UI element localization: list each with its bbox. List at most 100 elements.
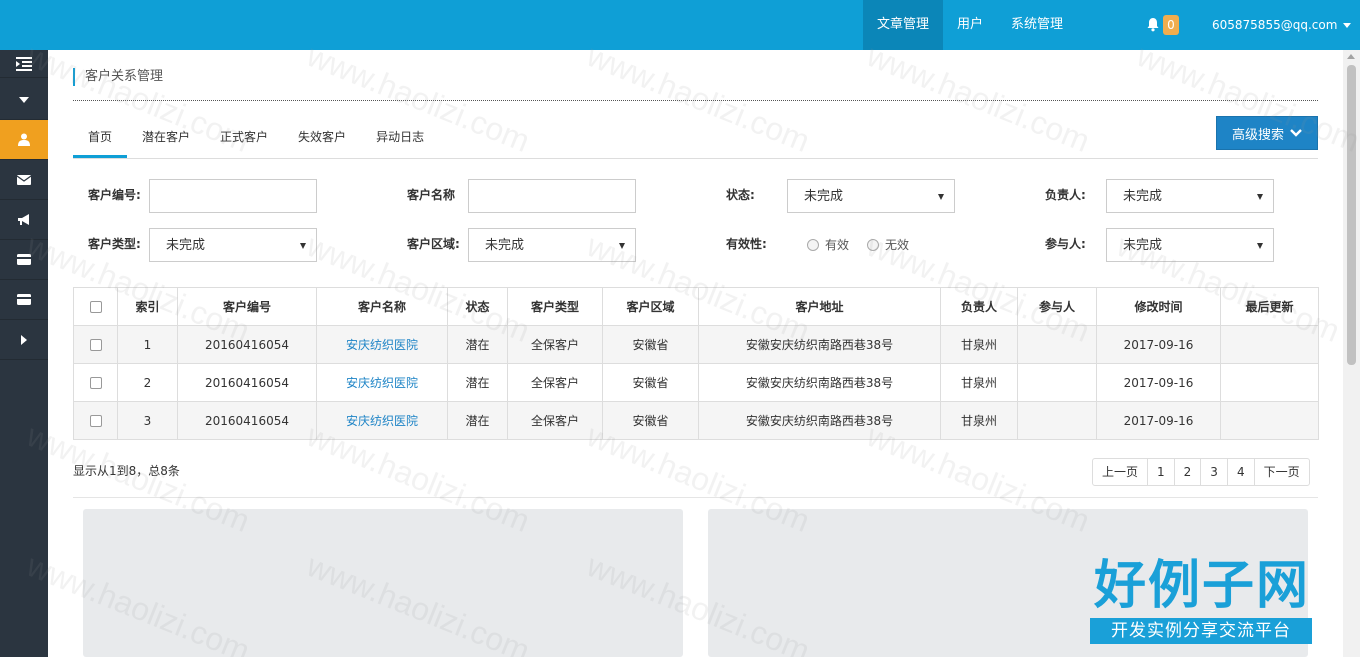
advanced-search-label: 高级搜索: [1231, 127, 1284, 143]
select-all-checkbox[interactable]: [89, 301, 102, 313]
tab-home[interactable]: 首页: [73, 120, 128, 158]
notification-count-badge: 0: [1163, 15, 1179, 35]
radio-circle: [867, 238, 879, 251]
cell-owner: 甘泉州: [940, 325, 1018, 364]
column-header: 客户名称: [316, 287, 448, 326]
customer-type-select[interactable]: 未完成: [149, 228, 317, 262]
sidebar-item-card-1[interactable]: [0, 240, 48, 280]
region-label: 客户区域:: [407, 237, 460, 251]
customer-type-label: 客户类型:: [88, 237, 141, 251]
caret-down-icon: [619, 243, 625, 249]
caret-down-icon: [938, 194, 944, 200]
cell-status: 潜在: [447, 401, 508, 440]
page-title: 客户关系管理: [73, 68, 163, 86]
nav-article-management[interactable]: 文章管理: [863, 0, 944, 50]
cell-status: 潜在: [447, 363, 508, 402]
scrollbar-thumb[interactable]: [1347, 65, 1356, 365]
customer-table: 索引 客户编号 客户名称 状态 客户类型 客户区域 客户地址 负责人 参与人 修…: [73, 287, 1319, 440]
table-row[interactable]: 1 20160416054 安庆纺织医院 潜在 全保客户 安徽省 安徽安庆纺织南…: [73, 325, 1319, 364]
cell-index: 3: [117, 401, 178, 440]
vertical-scrollbar[interactable]: [1343, 50, 1360, 657]
tab-formal-customers[interactable]: 正式客户: [205, 120, 283, 158]
result-summary: 显示从1到8，总8条: [73, 464, 180, 478]
page-4-button[interactable]: 4: [1226, 458, 1255, 486]
select-all-cell[interactable]: [73, 287, 118, 326]
pagination: 上一页 1 2 3 4 下一页: [1092, 458, 1310, 486]
column-header: 客户类型: [507, 287, 603, 326]
region-select[interactable]: 未完成: [468, 228, 636, 262]
table-row[interactable]: 2 20160416054 安庆纺织医院 潜在 全保客户 安徽省 安徽安庆纺织南…: [73, 363, 1319, 402]
caret-down-icon: [300, 243, 306, 249]
row-checkbox[interactable]: [89, 339, 102, 351]
sidebar-item-expand[interactable]: [0, 320, 48, 360]
top-bar: 文章管理 用户 系统管理 0 605875855@qq.com: [0, 0, 1360, 50]
customer-name-link[interactable]: 安庆纺织医院: [346, 338, 418, 352]
column-header: 最后更新: [1220, 287, 1319, 326]
nav-users[interactable]: 用户: [943, 0, 997, 50]
page-3-button[interactable]: 3: [1200, 458, 1228, 486]
title-divider: [73, 100, 1318, 101]
invalid-radio[interactable]: 无效: [867, 236, 909, 253]
sidebar-item-mail[interactable]: [0, 160, 48, 200]
sidebar: [0, 50, 48, 657]
invalid-radio-label: 无效: [885, 238, 910, 252]
scroll-up-arrow-icon[interactable]: [1347, 54, 1355, 59]
sidebar-toggle[interactable]: [0, 50, 48, 78]
cell-region: 安徽省: [602, 401, 699, 440]
row-select-cell[interactable]: [73, 325, 118, 364]
participant-select[interactable]: 未完成: [1106, 228, 1274, 262]
sidebar-item-user[interactable]: [0, 120, 48, 160]
status-select[interactable]: 未完成: [787, 179, 955, 213]
credit-card-icon: [17, 254, 31, 265]
cell-last-update: [1220, 325, 1319, 364]
tab-potential-customers[interactable]: 潜在客户: [127, 120, 205, 158]
customer-type-select-value: 未完成: [166, 238, 206, 253]
user-menu[interactable]: 605875855@qq.com: [1212, 0, 1352, 50]
notifications-button[interactable]: 0: [1146, 15, 1182, 35]
customer-name-link[interactable]: 安庆纺织医院: [346, 414, 418, 428]
cell-participant: [1017, 401, 1097, 440]
envelope-icon: [17, 174, 31, 185]
top-nav: 文章管理 用户 系统管理: [863, 0, 1077, 50]
tab-change-log[interactable]: 异动日志: [361, 120, 439, 158]
owner-select[interactable]: 未完成: [1106, 179, 1274, 213]
cell-customer-name: 安庆纺织医院: [316, 401, 448, 440]
advanced-search-button[interactable]: 高级搜索: [1216, 116, 1318, 150]
sidebar-item-card-2[interactable]: [0, 280, 48, 320]
cell-status: 潜在: [447, 325, 508, 364]
page-2-button[interactable]: 2: [1173, 458, 1202, 486]
chevron-right-icon: [21, 334, 27, 345]
user-email: 605875855@qq.com: [1212, 18, 1338, 32]
bell-icon: [1147, 18, 1159, 32]
row-checkbox[interactable]: [89, 377, 102, 389]
cell-region: 安徽省: [602, 363, 699, 402]
tabs-divider: [73, 158, 1318, 159]
validity-label: 有效性:: [726, 237, 767, 251]
cell-type: 全保客户: [507, 363, 603, 402]
customer-no-input[interactable]: [149, 179, 317, 213]
tab-bar: 首页 潜在客户 正式客户 失效客户 异动日志: [73, 120, 439, 158]
sidebar-item-collapse[interactable]: [0, 80, 48, 120]
sidebar-item-announce[interactable]: [0, 200, 48, 240]
participant-label: 参与人:: [1045, 237, 1086, 251]
cell-modified: 2017-09-16: [1096, 401, 1221, 440]
row-checkbox[interactable]: [89, 415, 102, 427]
cell-customer-name: 安庆纺织医院: [316, 363, 448, 402]
customer-name-link[interactable]: 安庆纺织医院: [346, 376, 418, 390]
placeholder-panel-right: [708, 509, 1308, 657]
page-1-button[interactable]: 1: [1147, 458, 1175, 486]
valid-radio-label: 有效: [825, 238, 850, 252]
section-divider: [73, 497, 1318, 498]
valid-radio[interactable]: 有效: [807, 236, 849, 253]
row-select-cell[interactable]: [73, 363, 118, 402]
bullhorn-icon: [18, 213, 29, 225]
table-row[interactable]: 3 20160416054 安庆纺织医院 潜在 全保客户 安徽省 安徽安庆纺织南…: [73, 401, 1319, 440]
cell-customer-name: 安庆纺织医院: [316, 325, 448, 364]
row-select-cell[interactable]: [73, 401, 118, 440]
prev-page-button[interactable]: 上一页: [1092, 458, 1149, 486]
user-icon: [18, 133, 30, 146]
customer-name-input[interactable]: [468, 179, 636, 213]
tab-invalid-customers[interactable]: 失效客户: [283, 120, 361, 158]
nav-system-management[interactable]: 系统管理: [997, 0, 1077, 50]
next-page-button[interactable]: 下一页: [1253, 458, 1310, 486]
